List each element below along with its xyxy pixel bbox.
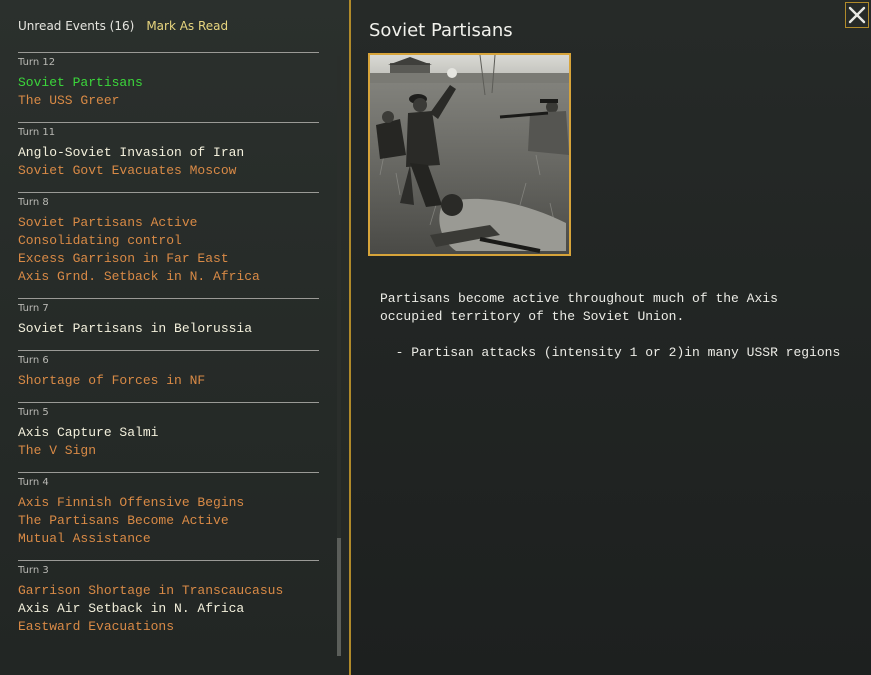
event-item[interactable]: Soviet Partisans Active — [18, 214, 319, 232]
turn-label: Turn 8 — [18, 197, 49, 208]
turn-label: Turn 5 — [18, 407, 49, 418]
turn-group: Turn 4 Axis Finnish Offensive Begins The P… — [18, 472, 319, 548]
event-item[interactable]: Axis Air Setback in N. Africa — [18, 600, 319, 618]
turn-group: Turn 6 Shortage of Forces in NF — [18, 350, 319, 390]
turn-label: Turn 6 — [18, 355, 49, 366]
event-item-selected[interactable]: Soviet Partisans — [18, 74, 319, 92]
partisans-photo — [370, 55, 569, 254]
close-button[interactable] — [845, 2, 869, 28]
event-photo — [368, 53, 571, 256]
close-icon — [848, 6, 866, 24]
events-window: Unread Events (16) Mark As Read Turn 12 S… — [0, 0, 871, 675]
event-item[interactable]: Consolidating control — [18, 232, 319, 250]
event-item[interactable]: Excess Garrison in Far East — [18, 250, 319, 268]
turn-group: Turn 7 Soviet Partisans in Belorussia — [18, 298, 319, 338]
event-list-panel: Unread Events (16) Mark As Read Turn 12 S… — [0, 0, 349, 675]
event-item[interactable]: Shortage of Forces in NF — [18, 372, 319, 390]
event-item[interactable]: Garrison Shortage in Transcaucasus — [18, 582, 319, 600]
event-list: Turn 12 Soviet Partisans The USS Greer Turn… — [18, 52, 319, 636]
turn-group: Turn 12 Soviet Partisans The USS Greer — [18, 52, 319, 110]
event-item[interactable]: The V Sign — [18, 442, 319, 460]
event-item[interactable]: The USS Greer — [18, 92, 319, 110]
turn-group: Turn 8 Soviet Partisans Active Consolidati… — [18, 192, 319, 286]
mark-as-read-button[interactable]: Mark As Read — [146, 19, 228, 33]
turn-group: Turn 5 Axis Capture Salmi The V Sign — [18, 402, 319, 460]
event-item[interactable]: Anglo-Soviet Invasion of Iran — [18, 144, 319, 162]
event-description: Partisans become active throughout much … — [380, 291, 841, 360]
event-detail-title: Soviet Partisans — [369, 20, 513, 41]
turn-label: Turn 3 — [18, 565, 49, 576]
turn-label: Turn 4 — [18, 477, 49, 488]
event-item[interactable]: Soviet Partisans in Belorussia — [18, 320, 319, 338]
turn-group: Turn 11 Anglo-Soviet Invasion of Iran Sovi… — [18, 122, 319, 180]
event-list-header: Unread Events (16) Mark As Read — [18, 18, 228, 34]
event-item[interactable]: Eastward Evacuations — [18, 618, 319, 636]
scrollbar-thumb[interactable] — [337, 538, 341, 656]
event-item[interactable]: Soviet Govt Evacuates Moscow — [18, 162, 319, 180]
turn-label: Turn 11 — [18, 127, 56, 138]
unread-count-label: Unread Events (16) — [18, 19, 135, 33]
turn-group: Turn 3 Garrison Shortage in Transcaucasus… — [18, 560, 319, 636]
event-item[interactable]: Axis Grnd. Setback in N. Africa — [18, 268, 319, 286]
event-item[interactable]: Mutual Assistance — [18, 530, 319, 548]
event-item[interactable]: Axis Finnish Offensive Begins — [18, 494, 319, 512]
turn-label: Turn 7 — [18, 303, 49, 314]
event-item[interactable]: Axis Capture Salmi — [18, 424, 319, 442]
event-item[interactable]: The Partisans Become Active — [18, 512, 319, 530]
turn-label: Turn 12 — [18, 57, 56, 68]
